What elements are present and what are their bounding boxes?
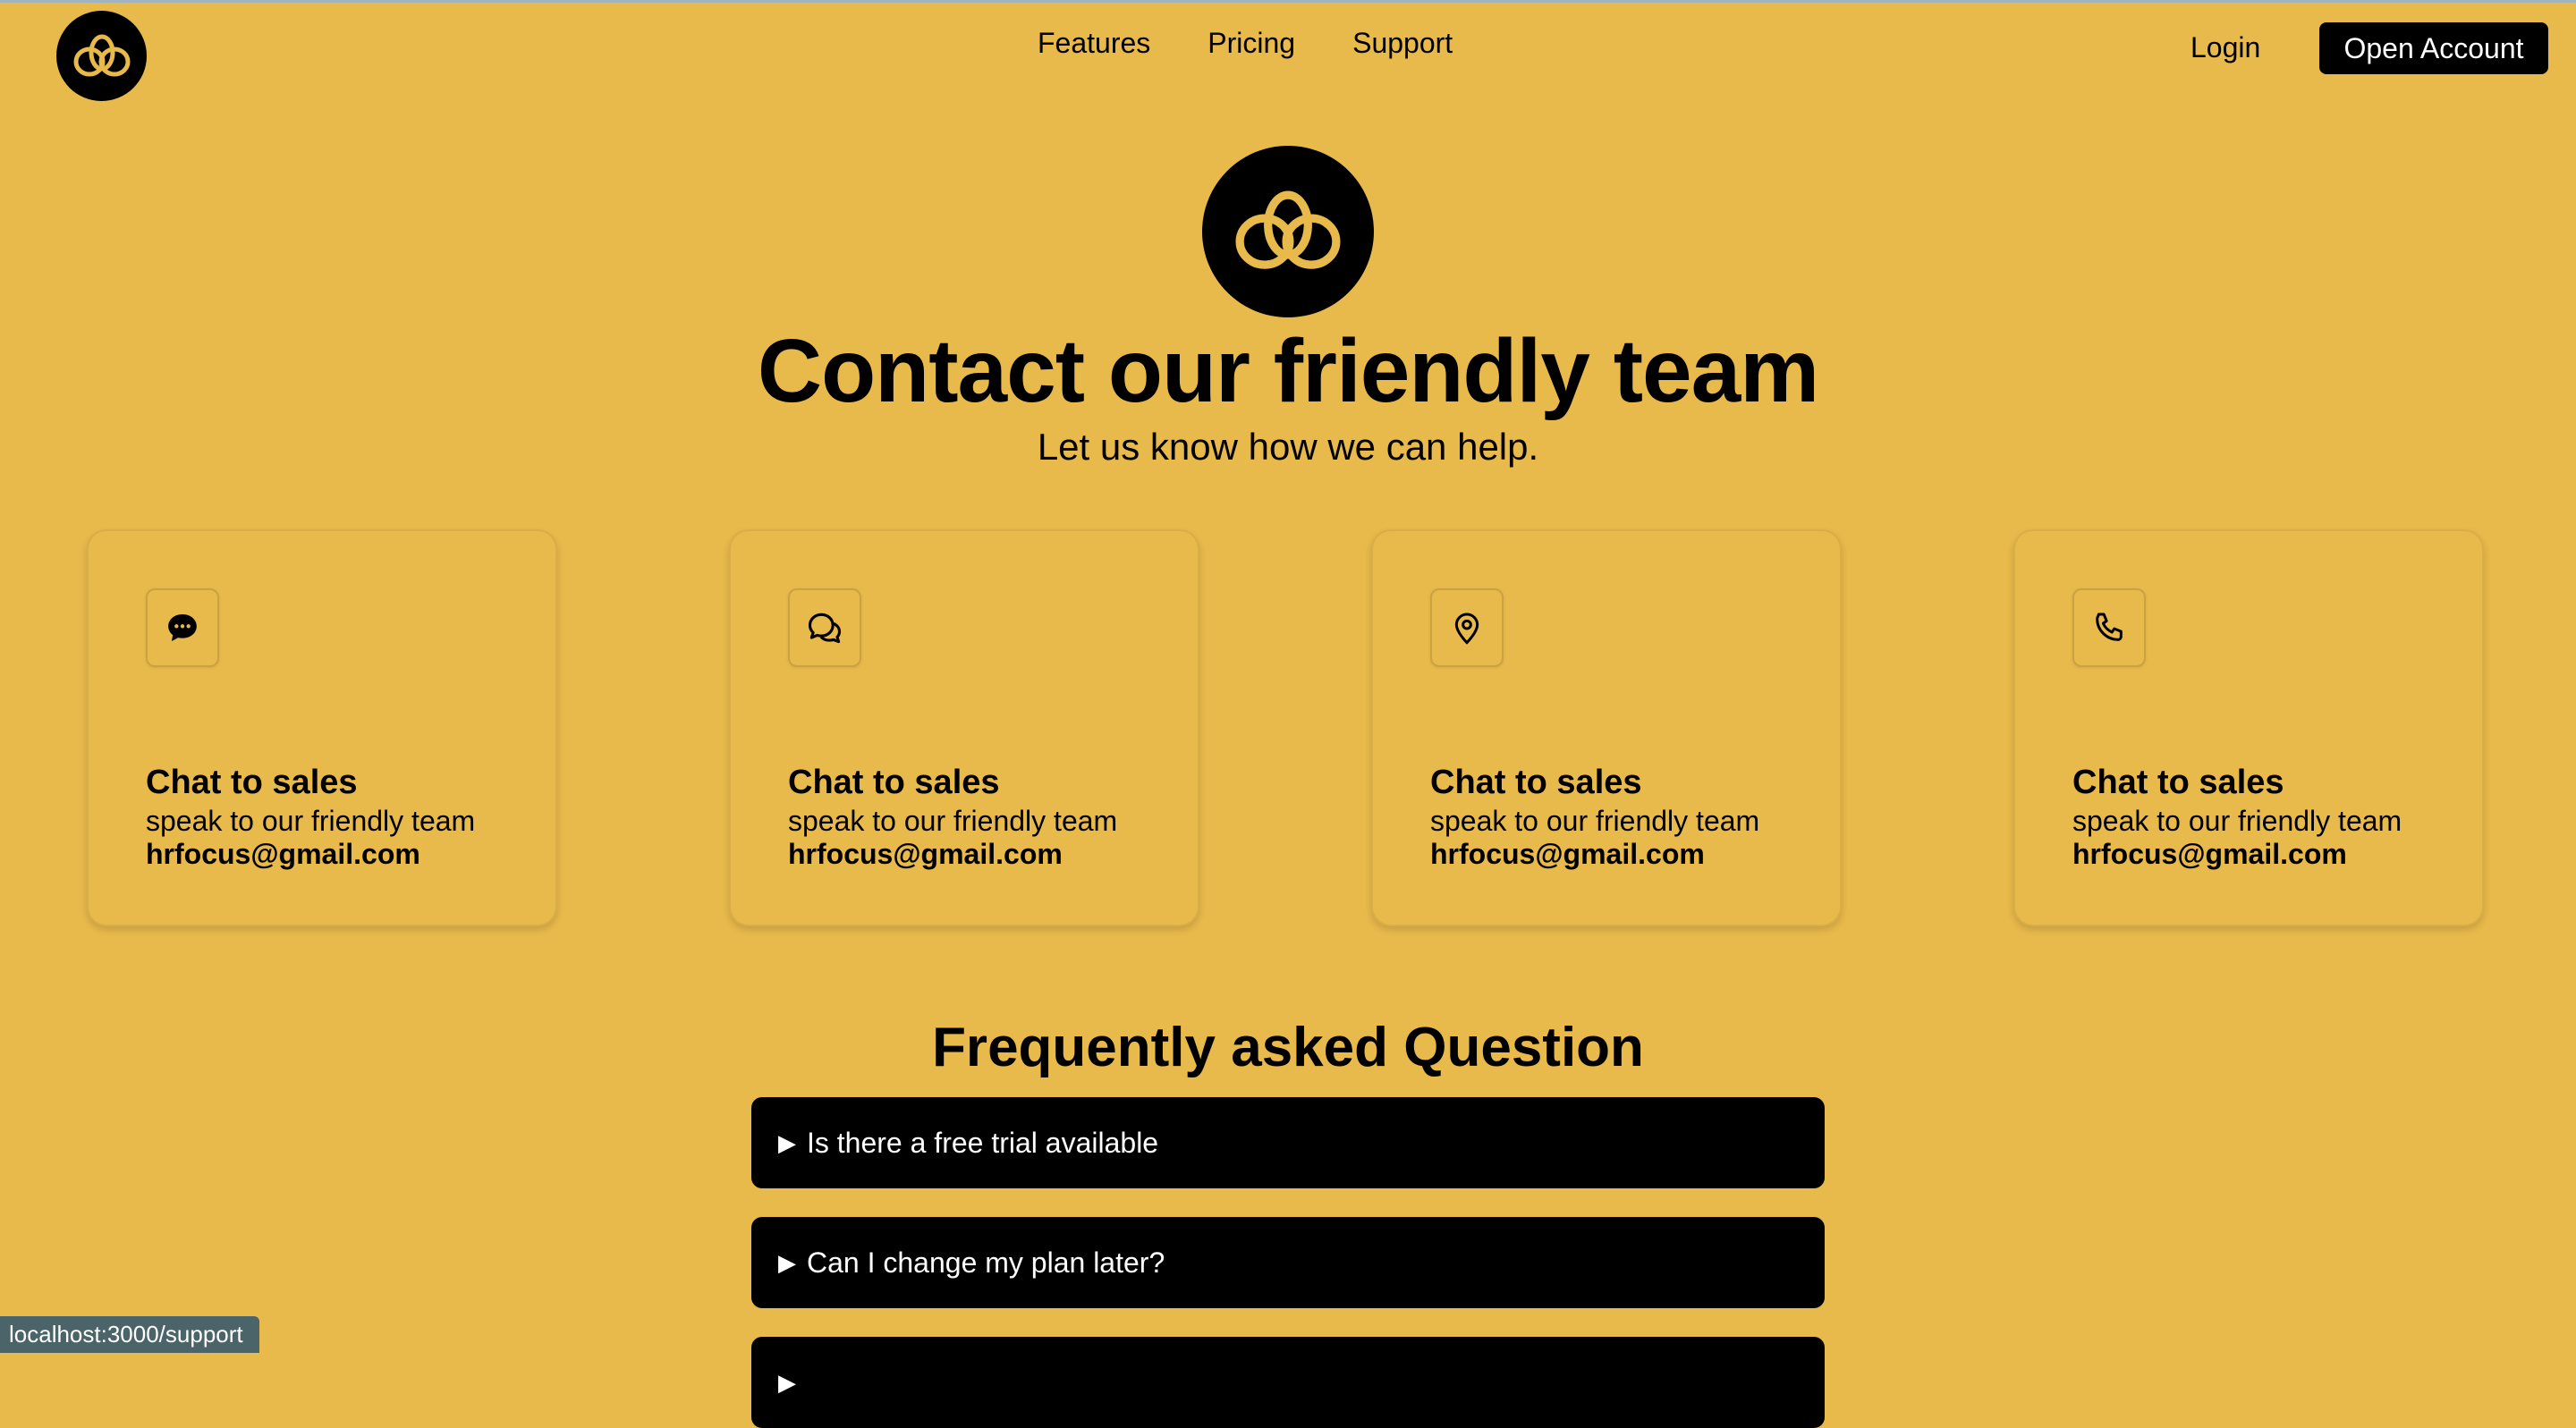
- disclosure-triangle-icon: ▶: [778, 1368, 796, 1396]
- nav-pricing[interactable]: Pricing: [1208, 27, 1295, 60]
- card-email[interactable]: hrfocus@gmail.com: [2072, 838, 2347, 871]
- card-email[interactable]: hrfocus@gmail.com: [788, 838, 1063, 871]
- logo-button[interactable]: [56, 11, 147, 101]
- faq-item[interactable]: ▶ Can I change my plan later?: [751, 1217, 1825, 1308]
- disclosure-triangle-icon: ▶: [778, 1248, 796, 1276]
- page-title: Contact our friendly team: [757, 321, 1819, 421]
- card-description: speak to our friendly team: [788, 805, 1118, 837]
- card-title: Chat to sales: [2072, 764, 2284, 801]
- main-nav: Features Pricing Support: [1038, 27, 1453, 60]
- card-description: speak to our friendly team: [146, 805, 476, 837]
- hero-logo: [1202, 146, 1374, 317]
- link-status-bar: localhost:3000/support: [0, 1316, 259, 1353]
- contact-card: Chat to sales speak to our friendly team…: [87, 529, 557, 926]
- chat-outline-icon: [788, 588, 861, 667]
- phone-icon: [2072, 588, 2146, 667]
- nav-support[interactable]: Support: [1352, 27, 1453, 60]
- card-title: Chat to sales: [788, 764, 1000, 801]
- card-title: Chat to sales: [1430, 764, 1642, 801]
- card-description: speak to our friendly team: [1430, 805, 1760, 837]
- chat-bubble-icon: [146, 588, 219, 667]
- open-account-button[interactable]: Open Account: [2319, 22, 2548, 74]
- location-pin-icon: [1430, 588, 1504, 667]
- contact-card: Chat to sales speak to our friendly team…: [2013, 529, 2484, 926]
- faq-item[interactable]: ▶ Is there a free trial available: [751, 1097, 1825, 1188]
- contact-cards: Chat to sales speak to our friendly team…: [87, 529, 2484, 926]
- card-description: speak to our friendly team: [2072, 805, 2402, 837]
- page-subtitle: Let us know how we can help.: [1037, 426, 1539, 468]
- disclosure-triangle-icon: ▶: [778, 1128, 796, 1156]
- contact-card: Chat to sales speak to our friendly team…: [1371, 529, 1842, 926]
- faq-question: Is there a free trial available: [807, 1126, 1159, 1159]
- logo-icon: [73, 34, 130, 76]
- card-email[interactable]: hrfocus@gmail.com: [146, 838, 420, 871]
- card-title: Chat to sales: [146, 764, 358, 801]
- faq-question: Can I change my plan later?: [807, 1246, 1165, 1279]
- contact-card: Chat to sales speak to our friendly team…: [729, 529, 1199, 926]
- card-email[interactable]: hrfocus@gmail.com: [1430, 838, 1705, 871]
- browser-top-edge: [0, 0, 2576, 3]
- login-link[interactable]: Login: [2190, 31, 2260, 64]
- nav-features[interactable]: Features: [1038, 27, 1150, 60]
- faq-item[interactable]: ▶: [751, 1337, 1825, 1428]
- faq-title: Frequently asked Question: [932, 1017, 1644, 1078]
- hero-logo-icon: [1235, 190, 1341, 269]
